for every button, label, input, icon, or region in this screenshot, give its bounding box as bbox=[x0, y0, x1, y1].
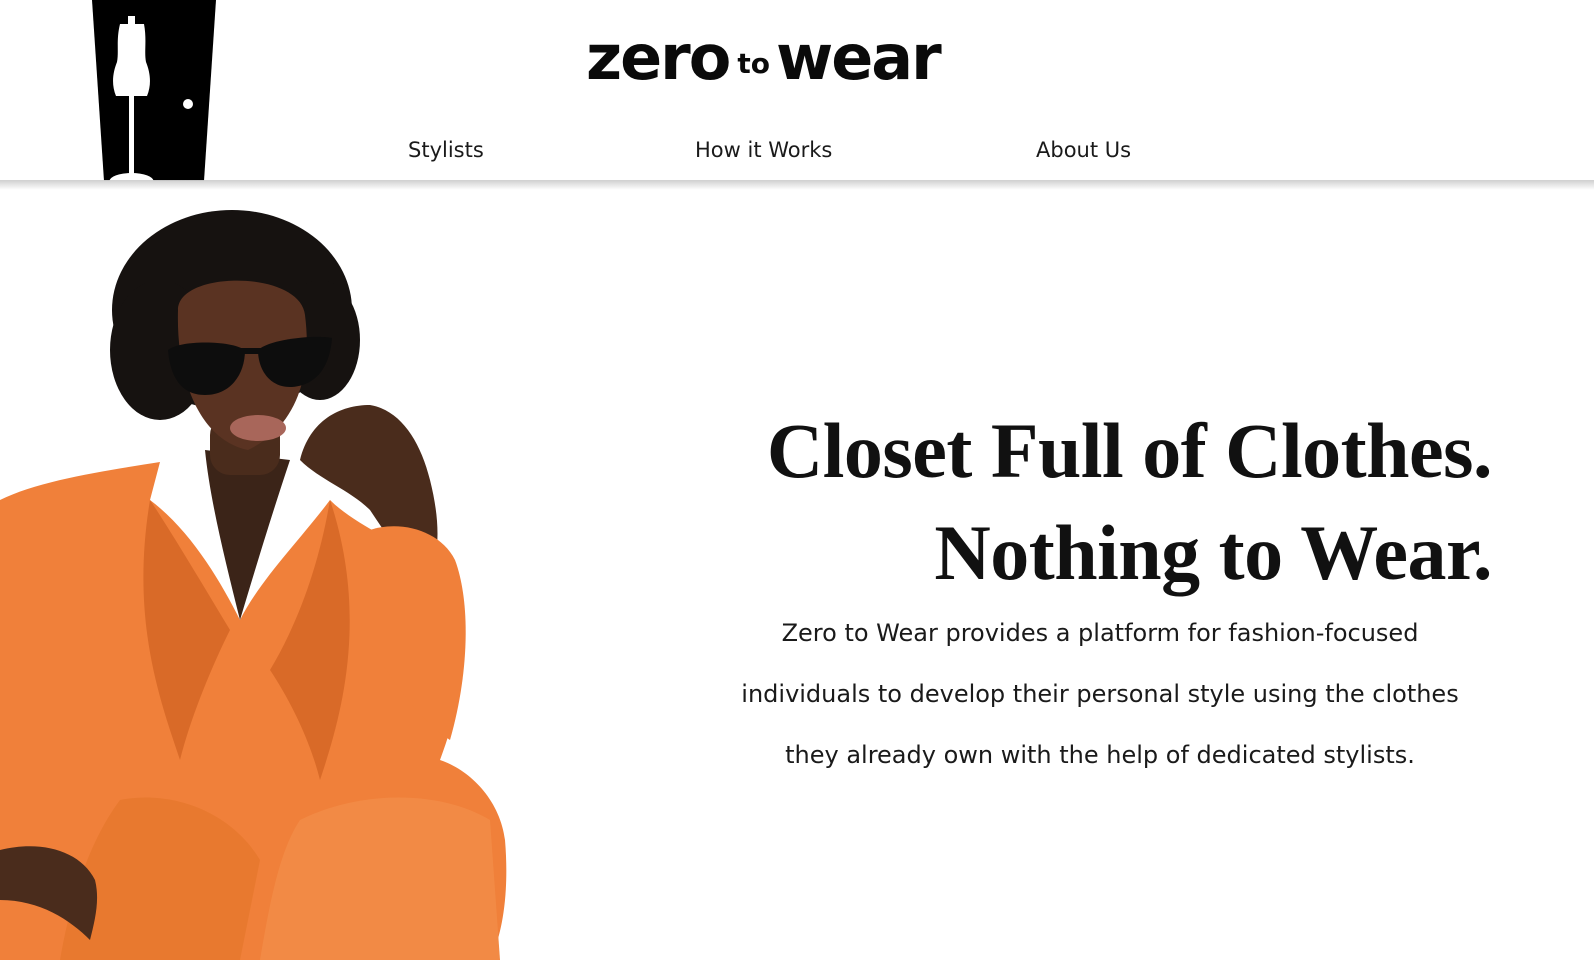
hero-headline-line-1: Closet Full of Clothes. bbox=[766, 407, 1493, 495]
site-header: zero to wear Stylists How it Works About… bbox=[0, 0, 1594, 181]
brand-wordmark[interactable]: zero to wear bbox=[586, 18, 1016, 98]
hero-description: Zero to Wear provides a platform for fas… bbox=[690, 603, 1510, 786]
dress-form-door-icon[interactable] bbox=[92, 0, 216, 181]
nav-link-stylists[interactable]: Stylists bbox=[408, 134, 484, 166]
hero-headline: Closet Full of Clothes. Nothing to Wear. bbox=[640, 400, 1493, 604]
hero-description-line-2: individuals to develop their personal st… bbox=[741, 680, 1459, 708]
header-divider bbox=[0, 180, 1594, 190]
hero-headline-line-2: Nothing to Wear. bbox=[934, 509, 1492, 597]
brand-wordmark-to: to bbox=[737, 47, 770, 80]
hero-description-line-3: they already own with the help of dedica… bbox=[785, 741, 1415, 769]
hero-description-line-1: Zero to Wear provides a platform for fas… bbox=[781, 619, 1419, 647]
nav-link-how-it-works[interactable]: How it Works bbox=[695, 134, 832, 166]
nav-link-about-us[interactable]: About Us bbox=[1036, 134, 1131, 166]
brand-wordmark-zero: zero bbox=[586, 21, 731, 94]
brand-wordmark-wear: wear bbox=[775, 21, 942, 94]
page: zero to wear Stylists How it Works About… bbox=[0, 0, 1594, 960]
hero-model-image bbox=[0, 210, 507, 960]
